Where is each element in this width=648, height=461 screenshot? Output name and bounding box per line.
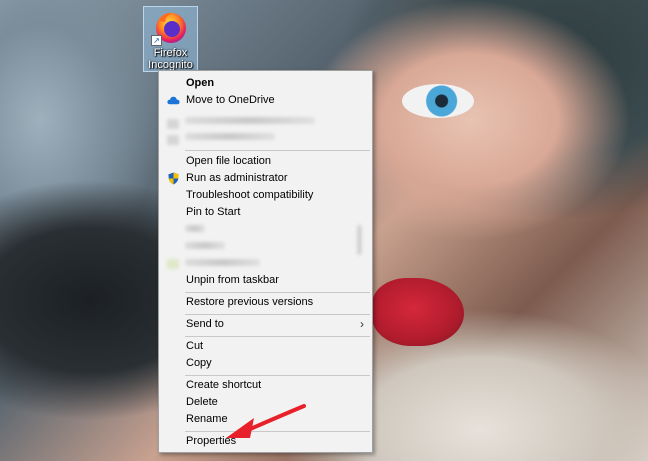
menu-separator [185, 375, 370, 376]
uac-shield-icon [168, 172, 179, 185]
redacted-menu-item [185, 225, 205, 232]
wallpaper-eye [402, 84, 474, 118]
redacted-menu-item [185, 117, 315, 124]
menu-separator [185, 336, 370, 337]
redacted-icon [167, 119, 179, 129]
redacted-menu-item [185, 133, 275, 140]
menu-item-restore-previous-versions[interactable]: Restore previous versions [161, 294, 370, 311]
menu-item-pin-to-start[interactable]: Pin to Start [161, 204, 370, 221]
menu-item-unpin-from-taskbar[interactable]: Unpin from taskbar [161, 272, 370, 289]
context-menu: Open Move to OneDrive Open file location… [158, 70, 373, 453]
menu-item-create-shortcut[interactable]: Create shortcut [161, 377, 370, 394]
firefox-incognito-shortcut[interactable]: ↗ Firefox Incognito [143, 6, 198, 72]
menu-item-send-to[interactable]: Send to › [161, 316, 370, 333]
menu-separator [185, 150, 370, 151]
chevron-right-icon: › [360, 317, 364, 331]
redacted-menu-item [185, 242, 225, 249]
menu-item-cut[interactable]: Cut [161, 338, 370, 355]
annotation-arrow-icon [226, 404, 306, 438]
redacted-icon [167, 259, 179, 269]
menu-item-run-as-administrator[interactable]: Run as administrator [161, 170, 370, 187]
shortcut-arrow-icon: ↗ [151, 35, 162, 46]
menu-item-open-file-location[interactable]: Open file location [161, 153, 370, 170]
menu-item-copy[interactable]: Copy [161, 355, 370, 372]
icon-label: Firefox Incognito [148, 47, 193, 71]
menu-item-troubleshoot-compatibility[interactable]: Troubleshoot compatibility [161, 187, 370, 204]
onedrive-cloud-icon [167, 96, 180, 105]
menu-item-open[interactable]: Open [161, 75, 370, 92]
wallpaper-lips [372, 278, 464, 346]
menu-item-move-to-onedrive[interactable]: Move to OneDrive [161, 92, 370, 109]
redacted-menu-item [185, 259, 260, 266]
redacted-icon [167, 135, 179, 145]
redacted-menu-item [357, 225, 362, 255]
menu-separator [185, 314, 370, 315]
menu-separator [185, 292, 370, 293]
